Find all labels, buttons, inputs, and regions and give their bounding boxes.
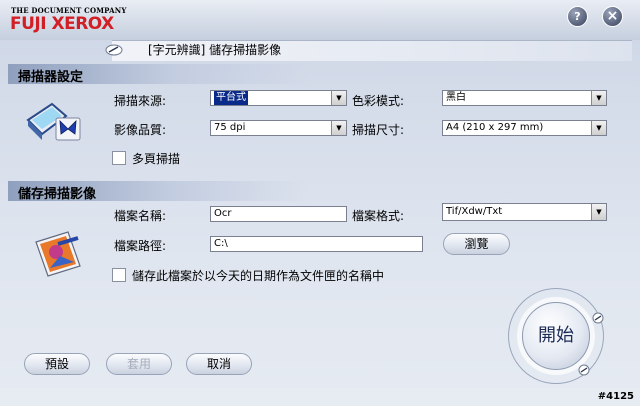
file-name-input[interactable]: Ocr [210, 206, 347, 222]
file-format-value: Tif/Xdw/Txt [446, 206, 503, 217]
multipage-label: 多頁掃描 [132, 152, 181, 166]
dialog-title: [字元辨識] 儲存掃描影像 [148, 43, 282, 57]
scanner-settings-title: 掃描器設定 [18, 70, 84, 85]
scan-dialog: THE DOCUMENT COMPANY FUJI XEROX ? × [字元辨… [0, 0, 640, 406]
scan-size-select[interactable]: A4 (210 x 297 mm) ▼ [442, 120, 607, 136]
pen-icon [592, 312, 604, 324]
file-path-input[interactable]: C:\ [210, 236, 423, 252]
scan-source-value: 平台式 [214, 91, 248, 105]
file-format-select[interactable]: Tif/Xdw/Txt ▼ [442, 203, 607, 221]
file-format-label: 檔案格式: [352, 209, 405, 223]
color-mode-label: 色彩模式: [352, 94, 405, 108]
cancel-button[interactable]: 取消 [186, 353, 252, 375]
scanner-icon [26, 102, 81, 141]
scan-size-label: 掃描尺寸: [352, 123, 405, 137]
help-button[interactable]: ? [567, 6, 588, 27]
pen-icon [578, 364, 590, 376]
chevron-down-icon[interactable]: ▼ [591, 121, 606, 135]
file-path-label: 檔案路徑: [114, 239, 167, 253]
scan-source-select[interactable]: 平台式 ▼ [210, 90, 347, 106]
default-button[interactable]: 預設 [24, 353, 90, 375]
pen-icon [105, 44, 123, 56]
footer-band [0, 388, 640, 406]
image-quality-value: 75 dpi [214, 122, 246, 133]
save-image-icon [35, 231, 81, 277]
apply-button[interactable]: 套用 [106, 353, 172, 375]
start-button[interactable]: 開始 [522, 302, 590, 370]
chevron-down-icon[interactable]: ▼ [331, 91, 346, 105]
color-mode-value: 黑白 [446, 92, 466, 103]
window-id-label: #4125 [597, 391, 634, 402]
multipage-checkbox[interactable] [112, 151, 126, 165]
save-settings-title: 儲存掃描影像 [18, 187, 97, 202]
image-quality-label: 影像品質: [114, 123, 167, 137]
scan-size-value: A4 (210 x 297 mm) [446, 122, 544, 133]
date-folder-label: 儲存此檔案於以今天的日期作為文件匣的名稱中 [132, 269, 385, 283]
file-name-label: 檔案名稱: [114, 209, 167, 223]
chevron-down-icon[interactable]: ▼ [331, 121, 346, 135]
date-folder-checkbox[interactable] [112, 268, 126, 282]
chevron-down-icon[interactable]: ▼ [591, 204, 606, 220]
chevron-down-icon[interactable]: ▼ [591, 91, 606, 105]
scan-source-label: 掃描來源: [114, 94, 167, 108]
close-button[interactable]: × [602, 6, 623, 27]
image-quality-select[interactable]: 75 dpi ▼ [210, 120, 347, 136]
browse-button[interactable]: 瀏覽 [443, 233, 510, 255]
fuji-xerox-logo: FUJI XEROX [10, 14, 114, 34]
color-mode-select[interactable]: 黑白 ▼ [442, 90, 607, 106]
